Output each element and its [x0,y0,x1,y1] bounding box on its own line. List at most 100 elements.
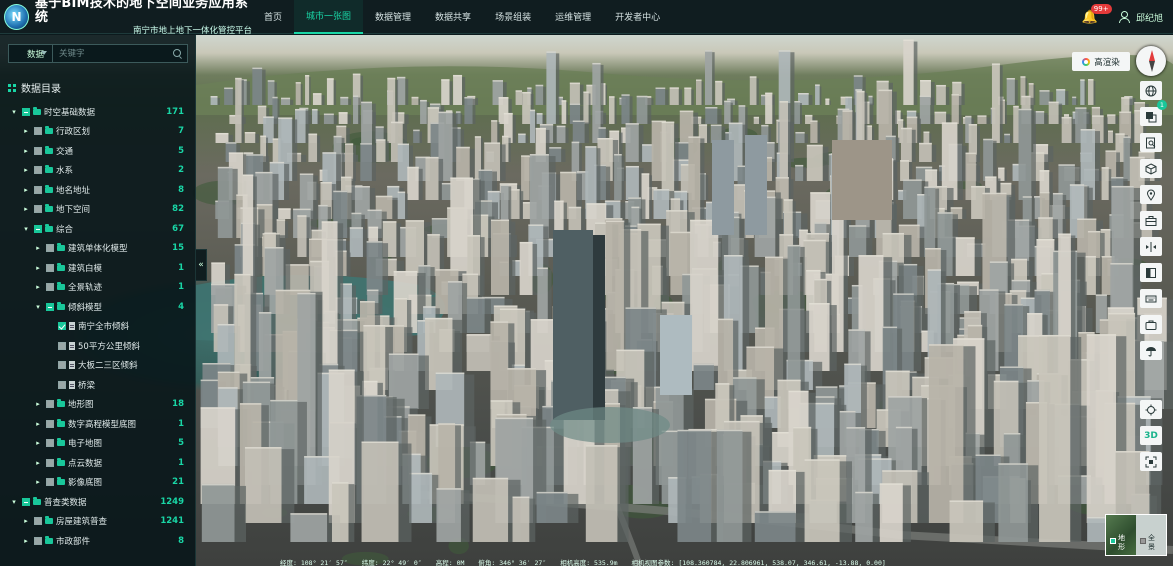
tree-node[interactable]: ▸ 点云数据 1 [0,453,196,473]
toolbox-tool-button[interactable] [1140,211,1162,230]
globe-tool-button[interactable] [1140,81,1162,100]
caret-right-icon[interactable]: ▸ [34,459,42,467]
tree-checkbox[interactable] [46,478,54,487]
tree-checkbox[interactable] [46,400,54,409]
briefcase-tool-button[interactable] [1140,315,1162,334]
tree-checkbox[interactable] [58,380,66,389]
caret-right-icon[interactable]: ▸ [22,186,30,194]
tree-node[interactable]: ▸ 地下空间 82 [0,200,196,220]
tree-node[interactable]: ▸ 水系 2 [0,161,196,181]
notification-button[interactable]: 🔔 99+ [1082,3,1112,25]
caret-right-icon[interactable]: ▸ [22,166,30,174]
tree-checkbox[interactable] [46,302,54,311]
weather-tool-button[interactable] [1140,341,1162,360]
tree-node[interactable]: ▸ 交通 5 [0,141,196,161]
tree-node[interactable]: ▸ 电子地图 5 [0,434,196,454]
nav-item[interactable]: 数据管理 [363,0,423,34]
keyboard-tool-button[interactable] [1140,289,1162,308]
tree-node[interactable]: ▾ 普查类数据 1249 [0,492,196,512]
caret-right-icon[interactable]: ▸ [22,127,30,135]
location-tool-button[interactable] [1140,185,1162,204]
folder-icon [57,477,65,486]
tree-checkbox[interactable] [46,283,54,292]
tree-node[interactable]: ▸ 地形图 18 [0,395,196,415]
tree-leaf[interactable]: 50平方公里倾斜 [0,336,196,356]
nav-item[interactable]: 场景组装 [483,0,543,34]
tree-node[interactable]: ▾ 综合 67 [0,219,196,239]
tree-checkbox[interactable] [22,497,30,506]
nav-item[interactable]: 首页 [252,0,294,34]
caret-right-icon[interactable]: ▸ [34,400,42,408]
caret-down-icon[interactable]: ▾ [10,498,18,506]
tree-node[interactable]: ▸ 数字高程模型底图 1 [0,414,196,434]
tree-node[interactable]: ▸ 行政区划 7 [0,122,196,142]
tree-node[interactable]: ▸ 地名地址 8 [0,180,196,200]
notification-badge: 99+ [1090,3,1112,14]
panorama-checkbox[interactable] [1140,538,1146,544]
caret-right-icon[interactable]: ▸ [34,244,42,252]
tree-checkbox[interactable] [34,224,42,233]
compare-tool-button[interactable] [1140,263,1162,282]
tree-node[interactable]: ▸ 影像底图 21 [0,473,196,493]
tree-checkbox[interactable] [34,517,42,526]
search-type-select[interactable]: 数据 [9,45,53,62]
caret-right-icon[interactable]: ▸ [22,537,30,545]
tree-node[interactable]: ▸ 建筑单体化模型 15 [0,239,196,259]
collapse-sidebar-button[interactable]: « [196,249,207,281]
locate-tool-button[interactable] [1140,400,1162,419]
caret-right-icon[interactable]: ▸ [22,147,30,155]
basemap-panorama-option[interactable]: 全景 [1136,515,1166,555]
caret-right-icon[interactable]: ▸ [34,283,42,291]
tree-leaf[interactable]: 桥梁 [0,375,196,395]
tree-checkbox[interactable] [58,341,66,350]
tree-checkbox[interactable] [34,166,42,175]
model-tool-button[interactable] [1140,159,1162,178]
nav-item[interactable]: 开发者中心 [603,0,672,34]
terrain-checkbox[interactable] [1110,538,1116,544]
layers-tool-button[interactable]: 1 [1140,100,1167,126]
tree-checkbox[interactable] [58,322,66,331]
caret-right-icon[interactable]: ▸ [34,439,42,447]
tree-node[interactable]: ▸ 全景轨迹 1 [0,278,196,298]
search-input[interactable] [53,45,169,62]
tree-node[interactable]: ▸ 市政部件 8 [0,531,196,551]
tree-checkbox[interactable] [46,439,54,448]
query-tool-button[interactable] [1140,133,1162,152]
nav-item[interactable]: 运维管理 [543,0,603,34]
tree-checkbox[interactable] [34,146,42,155]
fullscreen-tool-button[interactable] [1140,452,1162,471]
split-tool-button[interactable] [1140,237,1162,256]
nav-item[interactable]: 数据共享 [423,0,483,34]
caret-right-icon[interactable]: ▸ [34,420,42,428]
tree-checkbox[interactable] [46,419,54,428]
caret-right-icon[interactable]: ▸ [34,478,42,486]
search-icon[interactable] [169,45,187,62]
caret-right-icon[interactable]: ▸ [34,264,42,272]
tree-node[interactable]: ▸ 房屋建筑普查 1241 [0,512,196,532]
high-render-button[interactable]: 高渲染 [1072,52,1130,71]
user-menu[interactable]: 邱纪旭 [1118,11,1163,24]
caret-right-icon[interactable]: ▸ [22,517,30,525]
3d-toggle-button[interactable]: 3D [1140,426,1162,445]
tree-checkbox[interactable] [46,458,54,467]
tree-checkbox[interactable] [34,205,42,214]
tree-checkbox[interactable] [46,244,54,253]
caret-right-icon[interactable]: ▸ [22,205,30,213]
caret-down-icon[interactable]: ▾ [22,225,30,233]
tree-checkbox[interactable] [34,127,42,136]
basemap-terrain-option[interactable]: 地形 [1106,515,1136,555]
caret-down-icon[interactable]: ▾ [10,108,18,116]
tree-checkbox[interactable] [58,361,66,370]
tree-checkbox[interactable] [46,263,54,272]
tree-leaf[interactable]: 南宁全市倾斜 [0,317,196,337]
tree-node[interactable]: ▾ 倾斜模型 4 [0,297,196,317]
nav-item[interactable]: 城市一张图 [294,0,364,34]
tree-checkbox[interactable] [34,536,42,545]
tree-checkbox[interactable] [34,185,42,194]
tree-checkbox[interactable] [22,107,30,116]
tree-node[interactable]: ▾ 时空基础数据 171 [0,102,196,122]
compass-icon[interactable] [1136,46,1166,76]
tree-node[interactable]: ▸ 建筑白模 1 [0,258,196,278]
caret-down-icon[interactable]: ▾ [34,303,42,311]
tree-leaf[interactable]: 大板二三区倾斜 [0,356,196,376]
